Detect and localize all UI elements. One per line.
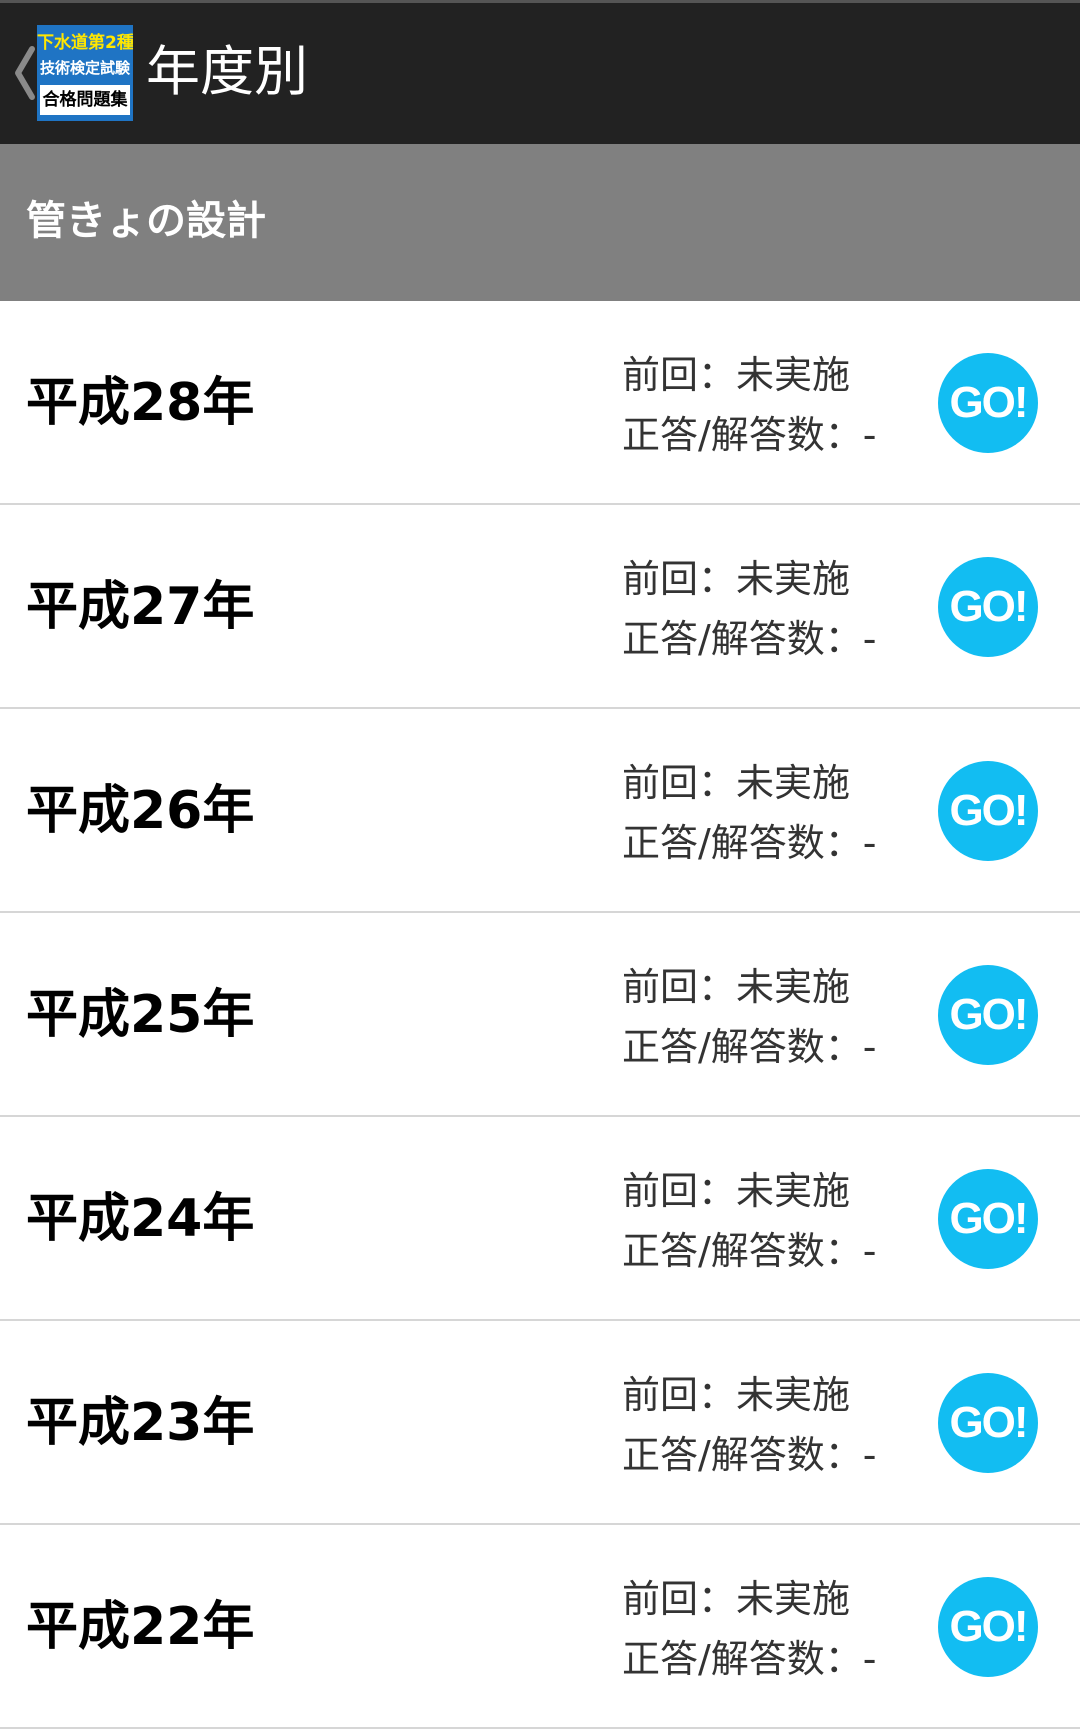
go-button[interactable]: GO! <box>938 965 1038 1065</box>
previous-status: 前回：未実施 <box>622 965 851 1009</box>
status-block: 前回：未実施 正答/解答数：- <box>622 345 922 465</box>
score-status: 正答/解答数：- <box>622 617 877 661</box>
year-label: 平成28年 <box>26 373 255 433</box>
logo-line-2: 技術検定試験 <box>39 59 130 77</box>
previous-status: 前回：未実施 <box>622 1577 851 1621</box>
score-status: 正答/解答数：- <box>622 821 877 865</box>
year-label: 平成23年 <box>26 1393 255 1453</box>
go-button[interactable]: GO! <box>938 1577 1038 1677</box>
status-block: 前回：未実施 正答/解答数：- <box>622 957 922 1077</box>
year-row[interactable]: 平成25年 前回：未実施 正答/解答数：- GO! <box>0 913 1080 1117</box>
year-label: 平成26年 <box>26 781 255 841</box>
year-row[interactable]: 平成22年 前回：未実施 正答/解答数：- GO! <box>0 1525 1080 1729</box>
section-header: 管きょの設計 <box>0 144 1080 301</box>
status-block: 前回：未実施 正答/解答数：- <box>622 1569 922 1689</box>
back-chevron-icon[interactable] <box>10 41 38 105</box>
status-block: 前回：未実施 正答/解答数：- <box>622 549 922 669</box>
year-label: 平成27年 <box>26 577 255 637</box>
status-block: 前回：未実施 正答/解答数：- <box>622 753 922 873</box>
year-label: 平成25年 <box>26 985 255 1045</box>
go-button[interactable]: GO! <box>938 557 1038 657</box>
status-block: 前回：未実施 正答/解答数：- <box>622 1161 922 1281</box>
year-list: 平成28年 前回：未実施 正答/解答数：- GO! 平成27年 前回：未実施 正… <box>0 301 1080 1729</box>
go-button[interactable]: GO! <box>938 761 1038 861</box>
score-status: 正答/解答数：- <box>622 1025 877 1069</box>
previous-status: 前回：未実施 <box>622 761 851 805</box>
year-row[interactable]: 平成24年 前回：未実施 正答/解答数：- GO! <box>0 1117 1080 1321</box>
logo-line-3: 合格問題集 <box>40 85 130 115</box>
year-row[interactable]: 平成23年 前回：未実施 正答/解答数：- GO! <box>0 1321 1080 1525</box>
app-bar: 下水道第2種 技術検定試験 合格問題集 年度別 <box>0 0 1080 144</box>
section-title: 管きょの設計 <box>26 198 266 244</box>
year-row[interactable]: 平成27年 前回：未実施 正答/解答数：- GO! <box>0 505 1080 709</box>
app-logo[interactable]: 下水道第2種 技術検定試験 合格問題集 <box>37 25 133 121</box>
previous-status: 前回：未実施 <box>622 1373 851 1417</box>
year-label: 平成24年 <box>26 1189 255 1249</box>
score-status: 正答/解答数：- <box>622 413 877 457</box>
status-block: 前回：未実施 正答/解答数：- <box>622 1365 922 1485</box>
score-status: 正答/解答数：- <box>622 1229 877 1273</box>
page-title: 年度別 <box>146 40 308 103</box>
score-status: 正答/解答数：- <box>622 1637 877 1681</box>
go-button[interactable]: GO! <box>938 1373 1038 1473</box>
go-button[interactable]: GO! <box>938 353 1038 453</box>
previous-status: 前回：未実施 <box>622 1169 851 1213</box>
logo-line-1: 下水道第2種 <box>37 33 133 53</box>
go-button[interactable]: GO! <box>938 1169 1038 1269</box>
year-row[interactable]: 平成28年 前回：未実施 正答/解答数：- GO! <box>0 301 1080 505</box>
previous-status: 前回：未実施 <box>622 353 851 397</box>
year-row[interactable]: 平成26年 前回：未実施 正答/解答数：- GO! <box>0 709 1080 913</box>
score-status: 正答/解答数：- <box>622 1433 877 1477</box>
year-label: 平成22年 <box>26 1597 255 1657</box>
previous-status: 前回：未実施 <box>622 557 851 601</box>
